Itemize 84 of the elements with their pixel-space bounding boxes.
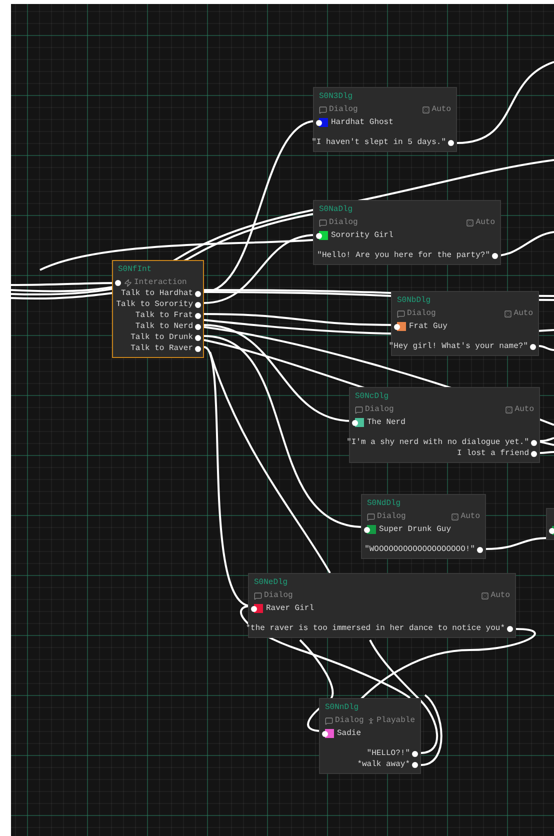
badge-label: Auto <box>432 104 451 115</box>
node-id: S0NdDlg <box>367 498 401 509</box>
graph-canvas[interactable] <box>11 4 554 836</box>
port-handle[interactable] <box>448 140 454 146</box>
graph-node[interactable]: S0NnDlg Dialog Playable Sadie "HELLO?!" *walk away* <box>319 698 421 774</box>
output-label: *walk away* <box>357 759 410 770</box>
badge-label: Auto <box>460 511 480 522</box>
port-handle[interactable] <box>316 120 322 126</box>
graph-node[interactable]: S0NaDlg Dialog Auto Sorority Girl "Hello! Are you here for the party?" <box>313 200 501 265</box>
output-label: Talk to Drunk <box>130 332 193 343</box>
character-name: Hardhat Ghost <box>331 117 394 128</box>
output-label: *the raver is too immersed in her dance to notice you* <box>246 623 505 634</box>
message-icon <box>319 218 327 226</box>
output-label: Talk to Sorority <box>116 299 193 310</box>
dice-icon <box>450 512 459 520</box>
dice-icon <box>504 406 513 414</box>
port-handle[interactable] <box>364 526 370 532</box>
port-handle[interactable] <box>316 232 322 238</box>
node-id: S0NcDlg <box>355 391 389 402</box>
character-name: Frat Guy <box>409 321 448 332</box>
character-name: Raver Girl <box>266 603 314 614</box>
badge-label: Auto <box>476 217 495 228</box>
message-icon <box>355 406 363 414</box>
node-id: S0NbDlg <box>397 295 431 306</box>
message-icon <box>319 106 327 114</box>
connection-wire <box>540 451 554 454</box>
dice-icon <box>466 218 474 226</box>
graph-node[interactable]: S0NbDlg Dialog Auto Frat Guy "Hey girl! What's your name?" <box>391 291 539 356</box>
output-label: "I haven't slept in 5 days." <box>312 137 446 148</box>
output-label: Talk to Frat <box>135 310 193 321</box>
node-type: Interaction <box>134 277 187 288</box>
node-id: S0NaDlg <box>319 204 353 215</box>
node-id: S0NeDlg <box>254 577 288 588</box>
character-name: The Nerd <box>367 417 406 428</box>
dice-icon <box>422 106 430 114</box>
port-handle[interactable] <box>251 606 257 612</box>
port-handle[interactable] <box>549 528 554 534</box>
output-label: "Hey girl! What's your name?" <box>388 341 528 352</box>
node-id: S0NfInt <box>118 264 152 275</box>
node-id: S0N3Dlg <box>319 91 353 102</box>
node-id: S0NnDlg <box>325 702 359 713</box>
node-type: Dialog <box>407 308 436 319</box>
port-handle[interactable] <box>394 324 400 330</box>
port-handle[interactable] <box>322 730 328 736</box>
character-name: Sorority Girl <box>331 230 394 241</box>
output-label: I lost a friend <box>456 448 529 459</box>
port-handle[interactable] <box>477 546 483 552</box>
port-handle[interactable] <box>352 420 358 426</box>
node-type: Dialog <box>365 404 394 415</box>
node-type: Dialog <box>329 217 358 228</box>
graph-node[interactable]: S0N3Dlg Dialog Auto Hardhat Ghost "I haven't slept in 5 days." <box>313 87 457 152</box>
graph-node[interactable]: S0NdDlg Dialog Auto Super Drunk Guy "WOOOOOOOOOOOOOOOOOOO!" <box>361 494 486 559</box>
badge-label: Playable <box>376 715 415 726</box>
character-name: Super Drunk Guy <box>379 524 452 535</box>
port-handle[interactable] <box>115 280 121 286</box>
output-label: Talk to Raver <box>130 343 193 354</box>
badge-label: Auto <box>490 590 510 601</box>
node-type: Dialog <box>377 511 406 522</box>
output-label: "WOOOOOOOOOOOOOOOOOOO!" <box>364 544 475 555</box>
port-handle[interactable] <box>492 252 498 258</box>
node-type: Dialog <box>329 104 358 115</box>
badge-label: Auto <box>514 404 534 415</box>
message-icon <box>254 592 262 600</box>
graph-node[interactable]: S0NfInt Interaction Talk to Hardhat Talk to Sorority Talk to Frat Talk to Nerd Talk to Drunk Talk to Raver <box>112 260 204 358</box>
message-icon <box>397 310 405 318</box>
graph-node[interactable]: S0NcDlg Dialog Auto The Nerd "I'm a shy nerd with no dialogue yet." I lost a friend <box>349 387 540 463</box>
output-label: Talk to Hardhat <box>120 288 193 299</box>
person-icon <box>366 716 375 724</box>
output-label: Talk to Nerd <box>135 321 193 332</box>
output-label: "Hello! Are you here for the party?" <box>317 250 490 261</box>
port-handle[interactable] <box>530 344 536 350</box>
badge-label: Auto <box>514 308 533 319</box>
node-type: Dialog <box>264 590 293 601</box>
dice-icon <box>480 592 489 600</box>
output-label: "HELLO?!" <box>366 748 410 759</box>
port-handle[interactable] <box>507 626 513 632</box>
character-name: Sadie <box>337 728 362 739</box>
dice-icon <box>504 310 512 318</box>
message-icon <box>325 716 333 724</box>
node-type: Dialog <box>335 715 364 726</box>
graph-node[interactable]: S0NeDlg Dialog Auto Raver Girl *the raver is too immersed in her dance to notice you* <box>248 573 516 638</box>
output-label: "I'm a shy nerd with no dialogue yet." <box>346 437 529 448</box>
message-icon <box>367 512 375 520</box>
lightning-icon <box>124 278 132 286</box>
